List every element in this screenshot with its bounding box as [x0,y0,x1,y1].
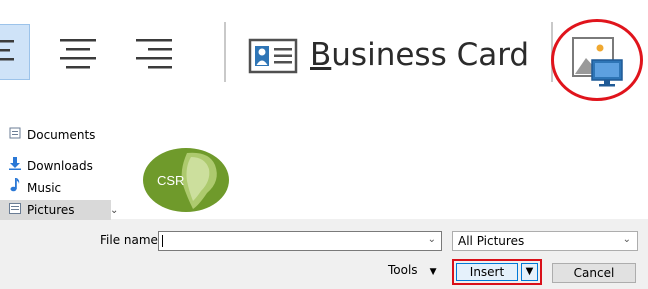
tools-menu-button[interactable]: Tools ▼ [388,263,436,277]
business-card-label: Business Card [310,37,530,73]
chevron-down-icon[interactable]: ⌄ [428,234,436,245]
align-center-button[interactable] [52,24,104,80]
highlight-circle [551,19,643,101]
insert-button[interactable]: Insert [456,263,518,281]
caret-down-icon: ▼ [525,266,534,277]
chevron-down-icon: ⌄ [622,234,631,245]
music-icon [8,178,22,198]
pictures-icon [8,200,22,220]
insert-picture-dialog: Documents Downloads Music Pictures ⌄ CSR [0,127,648,289]
nav-item-label: Music [27,181,62,195]
align-right-button[interactable] [128,24,180,80]
nav-item-label: Documents [27,128,96,142]
ribbon-toolbar: Business Card [0,0,648,118]
filter-selected-value: All Pictures [458,234,525,248]
file-type-filter-select[interactable]: All Pictures ⌄ [452,231,638,251]
navigation-pane: Documents Downloads Music Pictures ⌄ [0,127,125,220]
nav-item-label: Downloads [27,159,93,173]
align-left-button[interactable] [0,24,30,80]
align-left-icon [0,40,14,61]
file-name-label: File name: [100,233,162,247]
cancel-button[interactable]: Cancel [552,263,636,283]
align-center-icon [60,39,96,69]
caret-down-icon: ▼ [429,267,437,277]
nav-item-documents[interactable]: Documents [8,125,95,145]
documents-icon [8,125,22,145]
nav-item-downloads[interactable]: Downloads [8,156,93,176]
dialog-button-row: Tools ▼ Insert ▼ Cancel [0,259,648,285]
nav-item-label: Pictures [27,203,75,217]
business-card-button[interactable]: Business Card [248,30,538,82]
ribbon-separator [224,22,226,82]
image-thumbnail[interactable]: CSR [143,147,229,213]
tools-label: Tools [388,263,418,277]
file-name-row: File name: ⌄ All Pictures ⌄ [0,231,648,253]
nav-item-pictures[interactable]: Pictures [0,200,111,220]
text-caret [162,235,163,247]
thumbnail-text: CSR [157,173,184,188]
file-list-area: CSR [125,135,648,219]
nav-item-music[interactable]: Music [8,178,61,198]
file-name-input[interactable]: ⌄ [158,231,442,251]
align-right-icon [136,39,172,69]
insert-dropdown-button[interactable]: ▼ [521,263,538,281]
csr-logo-thumbnail: CSR [143,148,229,212]
business-card-icon [248,38,298,74]
downloads-icon [8,156,22,176]
scroll-down-chevron-icon[interactable]: ⌄ [110,205,118,216]
